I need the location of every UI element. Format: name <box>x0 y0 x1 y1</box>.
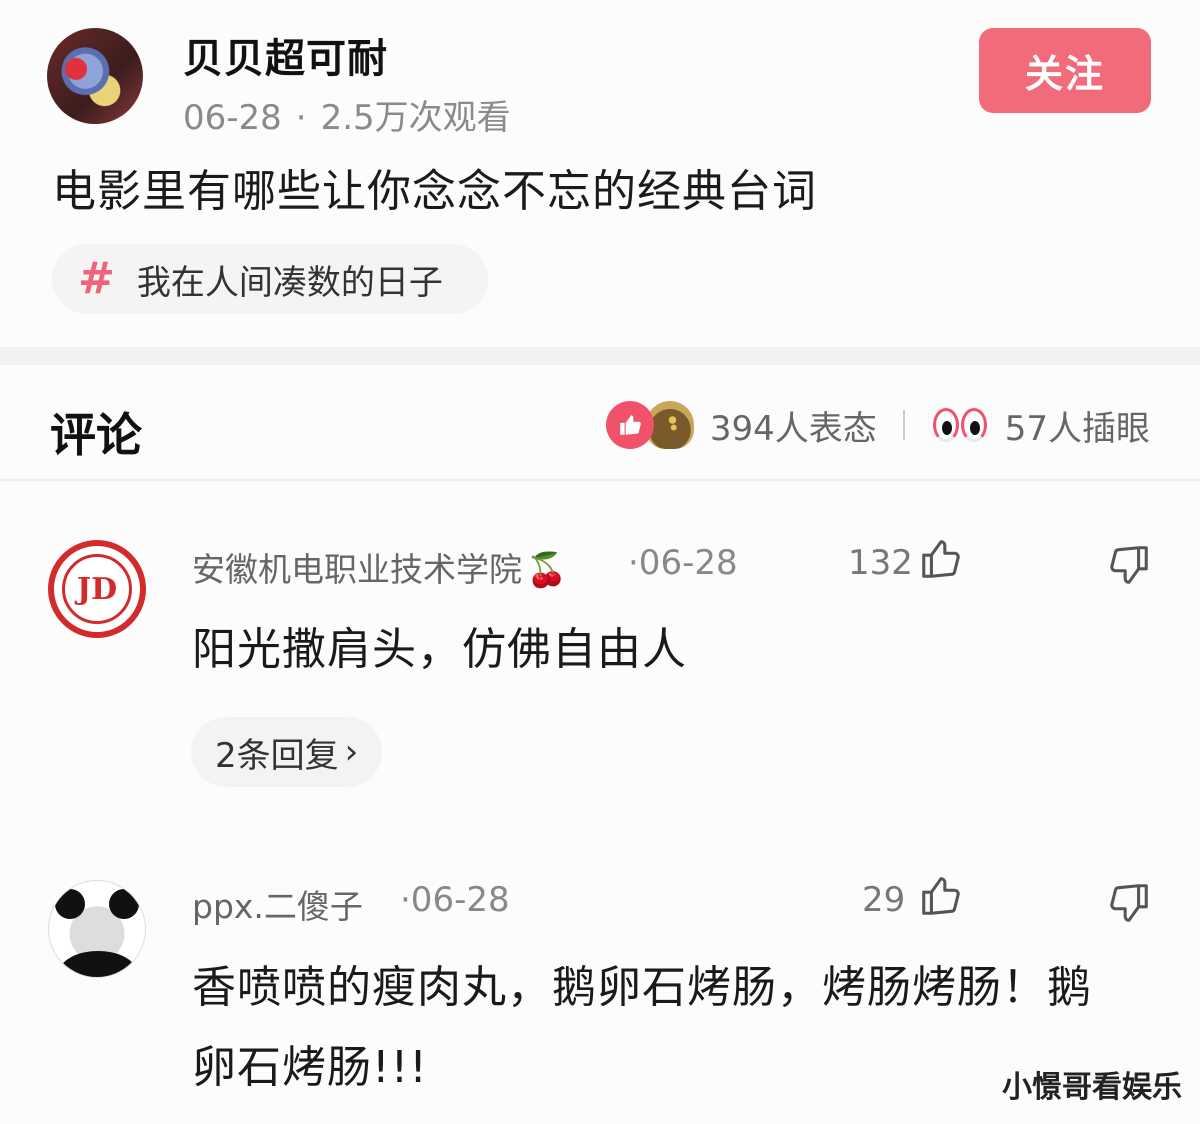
meta-separator: · <box>295 98 307 138</box>
thumbs-down-icon[interactable] <box>1106 542 1152 588</box>
comment-date: ·06-28 <box>400 880 510 920</box>
section-divider <box>0 347 1200 365</box>
commenter-name[interactable]: 安徽机电职业技术学院 🍒 <box>192 543 567 591</box>
comments-header: 评论 394人表态 57人插眼 <box>0 365 1200 481</box>
comments-title: 评论 <box>50 408 142 462</box>
commenter-name-text: 安徽机电职业技术学院 <box>192 550 522 589</box>
eyes-icon <box>931 401 989 449</box>
eye-left <box>932 408 959 442</box>
reactions-count: 394人表态 <box>709 408 877 449</box>
comment-text-line: 香喷喷的瘦肉丸，鹅卵石烤肠，烤肠烤肠！鹅 <box>192 962 1092 1013</box>
post-date: 06-28 <box>183 98 282 138</box>
thumbs-up-icon[interactable] <box>918 536 964 582</box>
avatar-ball-decoration <box>65 58 87 80</box>
comment-text-line: 卵石烤肠!!! <box>192 1042 428 1093</box>
replies-label: 2条回复 <box>215 735 339 776</box>
eyes-count: 57人插眼 <box>1004 408 1150 449</box>
post-header: 贝贝超可耐 06-28 · 2.5万次观看 关注 电影里有哪些让你念念不忘的经典台词… <box>0 0 1200 340</box>
panda-ear-right <box>109 889 139 919</box>
school-logo-icon: JD <box>62 554 132 624</box>
post-meta: 06-28 · 2.5万次观看 <box>183 90 511 139</box>
reactions-separator <box>902 410 905 440</box>
post-title: 电影里有哪些让你念念不忘的经典台词 <box>52 166 817 217</box>
topic-tag[interactable]: # 我在人间凑数的日子 <box>52 244 488 314</box>
author-avatar[interactable] <box>47 28 143 124</box>
commenter-avatar[interactable]: JD <box>48 540 146 638</box>
watermark: 小憬哥看娱乐 <box>1002 1070 1182 1105</box>
comment-like-count: 29 <box>862 880 906 920</box>
thumbs-down-icon[interactable] <box>1106 880 1152 926</box>
comment-date: ·06-28 <box>628 543 738 583</box>
post-views: 2.5万次观看 <box>320 98 511 138</box>
eye-right <box>960 408 987 442</box>
panda-ear-left <box>55 889 85 919</box>
reactions-summary[interactable]: 394人表态 57人插眼 <box>605 397 1150 453</box>
comment-text: 阳光撒肩头，仿佛自由人 <box>192 624 687 675</box>
comment-like-count: 132 <box>848 543 913 583</box>
panda-body <box>59 951 137 977</box>
commenter-avatar[interactable] <box>48 880 146 978</box>
follow-button[interactable]: 关注 <box>979 28 1151 113</box>
author-name[interactable]: 贝贝超可耐 <box>183 26 388 84</box>
chevron-right-icon: › <box>344 732 359 772</box>
hash-icon: # <box>78 253 115 304</box>
comment-text: 香喷喷的瘦肉丸，鹅卵石烤肠，烤肠烤肠！鹅 卵石烤肠!!! <box>192 948 1092 1108</box>
topic-label: 我在人间凑数的日子 <box>136 262 443 303</box>
commenter-name[interactable]: ppx.二傻子 <box>192 880 363 928</box>
thumbs-up-reaction-icon <box>605 401 654 449</box>
view-replies-button[interactable]: 2条回复 › <box>191 717 383 787</box>
cherry-badge-icon: 🍒 <box>526 550 568 589</box>
thumbs-up-icon[interactable] <box>918 873 964 919</box>
